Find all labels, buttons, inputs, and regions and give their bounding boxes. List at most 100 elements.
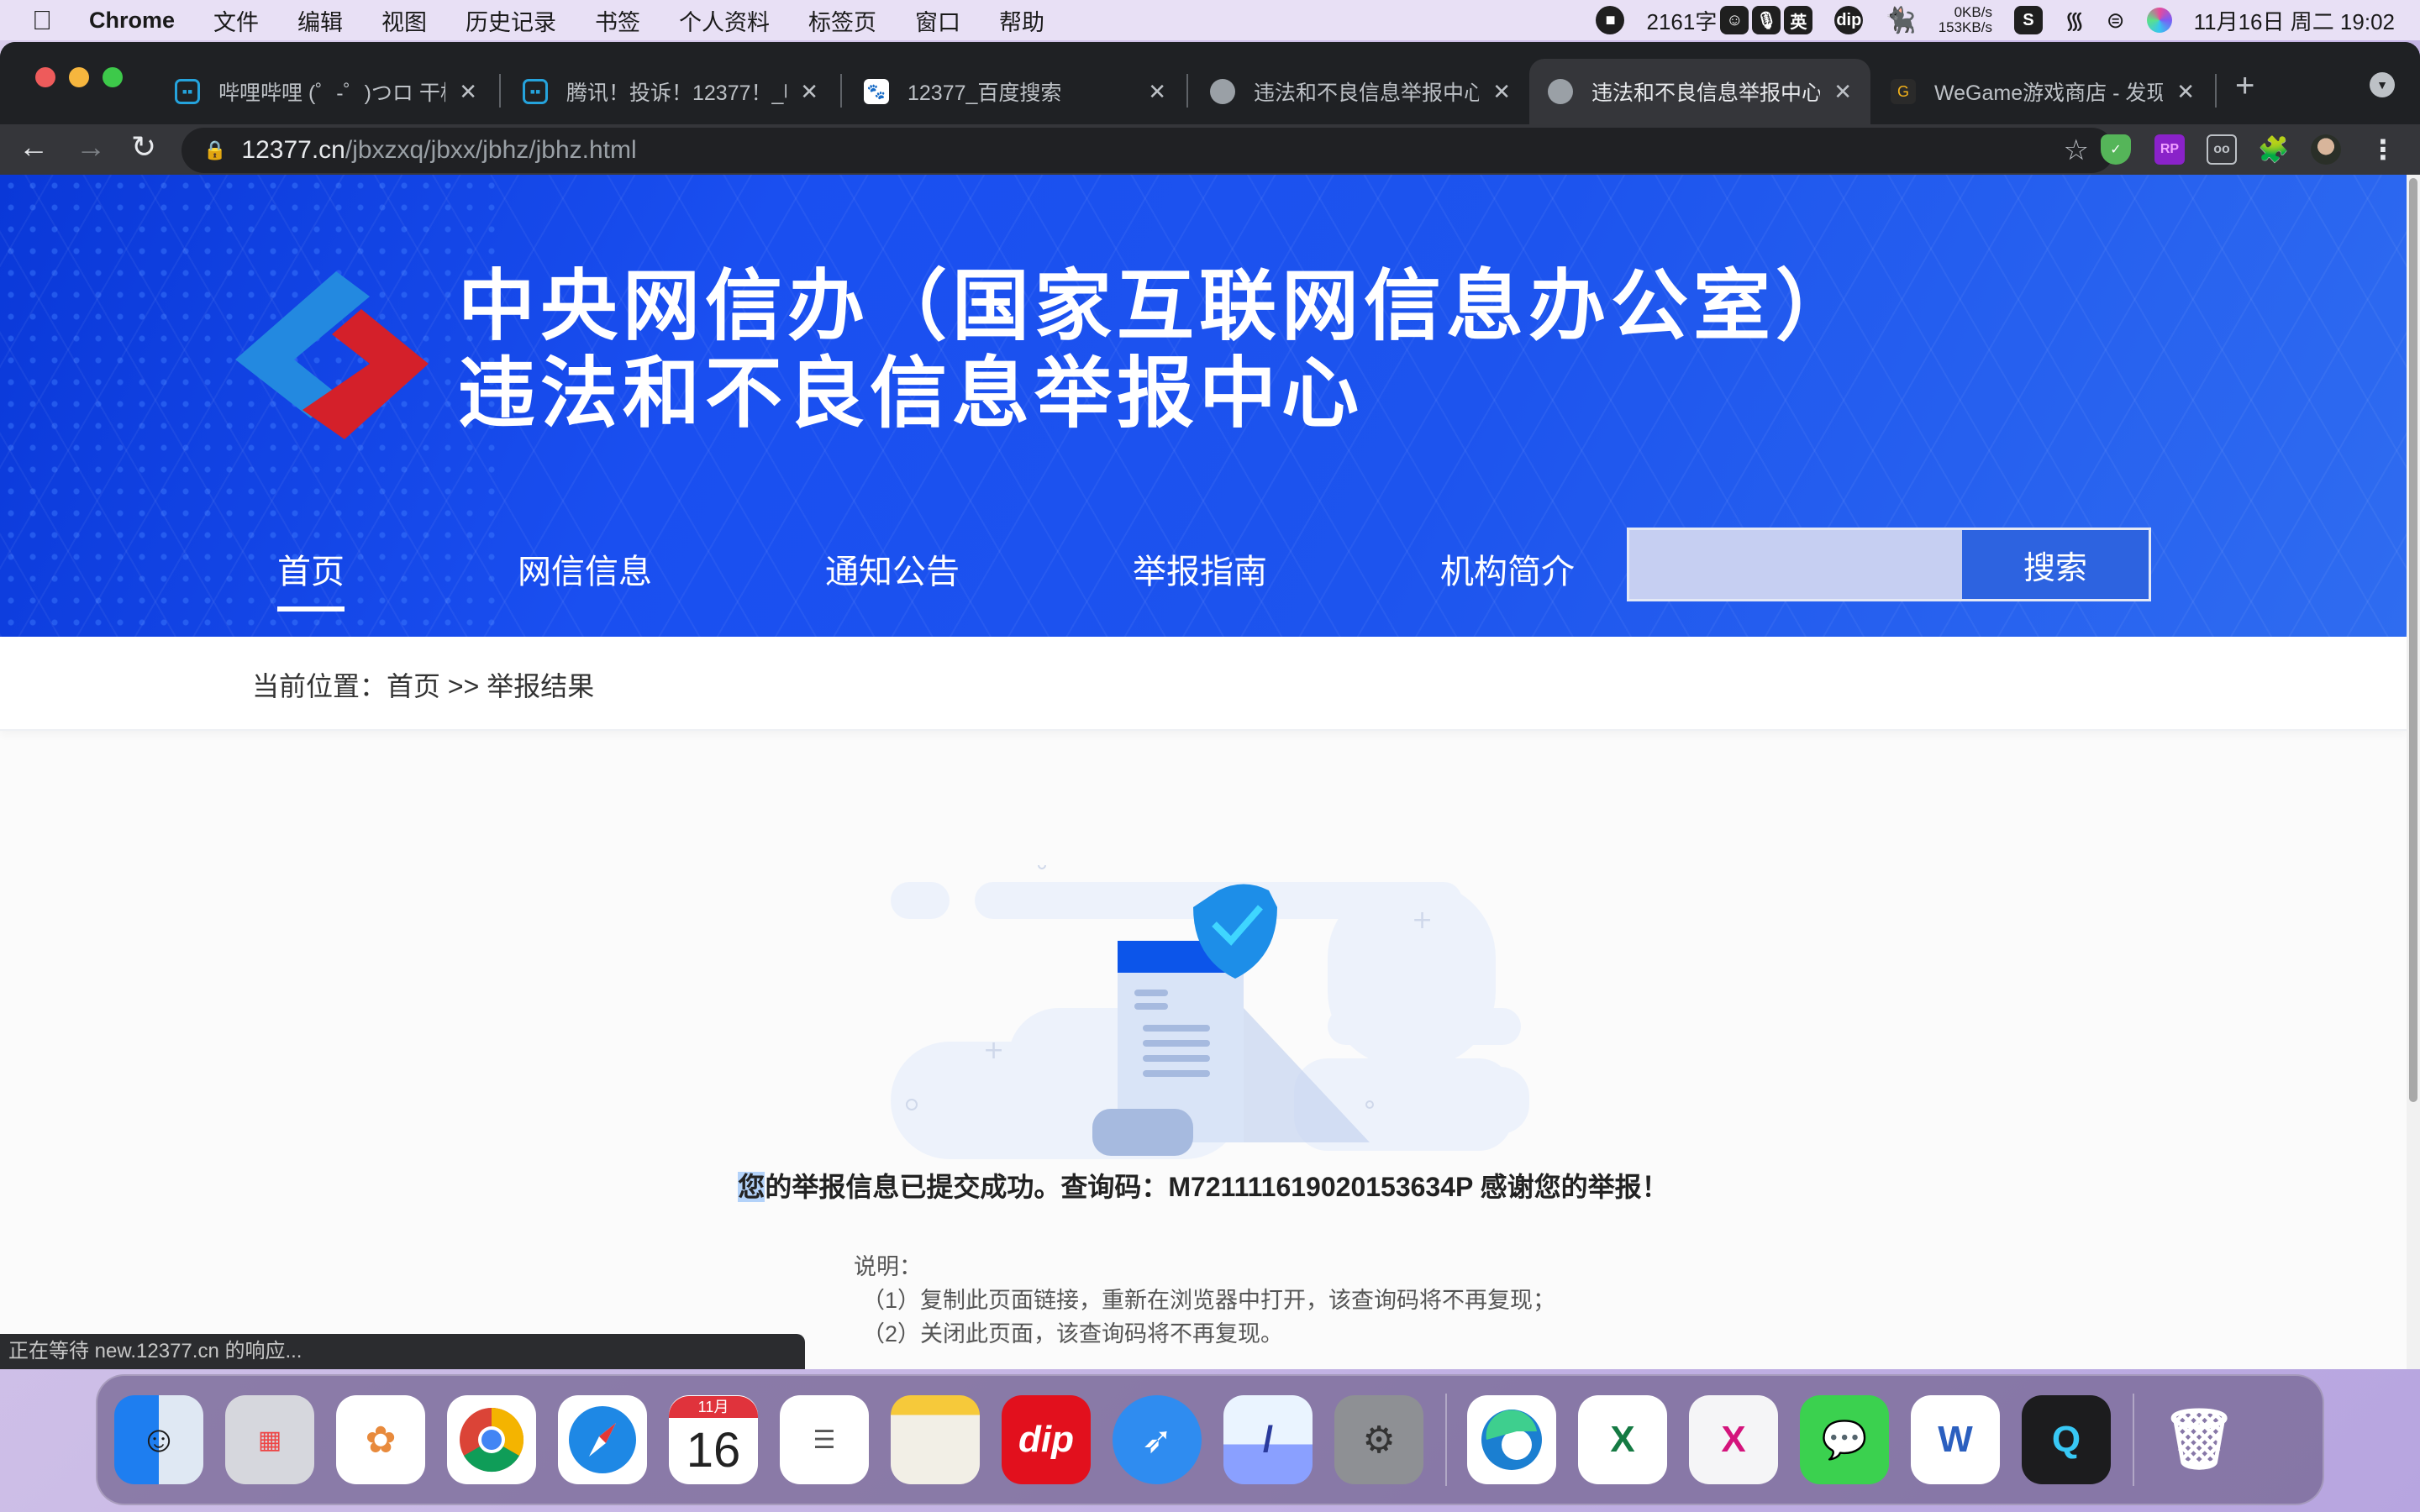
new-tab-button[interactable]: + — [2235, 67, 2254, 105]
svg-text:+: + — [983, 1036, 1004, 1065]
profile-avatar[interactable] — [2311, 134, 2341, 165]
loading-status-bubble: 正在等待 new.12377.cn 的响应... — [0, 1334, 805, 1369]
cat-icon[interactable]: 🐈‍⬛ — [1885, 6, 1916, 35]
dock-system-preferences[interactable]: ⚙ — [1334, 1395, 1423, 1484]
close-tab-icon[interactable]: ✕ — [800, 79, 818, 105]
breadcrumb-home-link[interactable]: 首页 — [387, 671, 440, 701]
instructions: 说明： （1）复制此页面链接，重新在浏览器中打开，该查询码将不再复现； （2）关… — [854, 1250, 1555, 1351]
dock-messages[interactable]: 💬 — [1800, 1395, 1889, 1484]
close-tab-icon[interactable]: ✕ — [1492, 79, 1511, 105]
extensions-puzzle-icon[interactable]: 🧩 — [2258, 134, 2289, 165]
tab-12377-1[interactable]: 违法和不良信息举报中心 ✕ — [1192, 59, 1529, 124]
record-stop-icon[interactable]: ■ — [1596, 6, 1625, 34]
axure-rp-extension-icon[interactable]: RP — [2154, 134, 2185, 165]
selected-text: 您 — [738, 1172, 765, 1202]
dock-trash[interactable]: 🗑 — [2154, 1395, 2244, 1484]
input-status[interactable]: 2161字 ☺ 🎙 英 — [1646, 5, 1813, 36]
site-search-button[interactable]: 搜索 — [1962, 530, 2149, 599]
close-tab-icon[interactable]: ✕ — [2176, 79, 2195, 105]
tab-baidu-search[interactable]: 🐾 12377_百度搜索 ✕ — [845, 59, 1185, 124]
menu-history[interactable]: 历史记录 — [466, 4, 556, 37]
browser-toolbar: ← → ↻ 🔒 12377.cn/jbxzxq/jbxx/jbhz/jbhz.h… — [0, 124, 2420, 175]
tab-12377-active[interactable]: 违法和不良信息举报中心 ✕ — [1529, 59, 1870, 124]
nav-cyber-info[interactable]: 网信信息 — [518, 544, 652, 593]
dock-xmind[interactable]: X — [1689, 1395, 1778, 1484]
dip-icon[interactable]: dip — [1834, 6, 1864, 34]
tab-title: 12377_百度搜索 — [908, 81, 1062, 105]
dock-safari[interactable] — [558, 1395, 647, 1484]
bookmark-star-icon[interactable]: ☆ — [2064, 134, 2089, 167]
tab-title: 哔哩哔哩 (゜-゜)つロ 干杯~-bilibili — [218, 81, 445, 105]
dock-reminders[interactable]: ☰ — [780, 1395, 869, 1484]
menu-bookmarks[interactable]: 书签 — [595, 4, 640, 37]
address-bar[interactable]: 🔒 12377.cn/jbxzxq/jbxx/jbhz/jbhz.html ☆ — [182, 128, 2114, 173]
reader-extension-icon[interactable]: oo — [2207, 134, 2237, 165]
tab-separator — [2215, 74, 2217, 108]
menu-window[interactable]: 窗口 — [915, 4, 960, 37]
main-nav: 首页 网信信息 通知公告 举报指南 机构简介 — [277, 544, 1748, 612]
menu-app-name[interactable]: Chrome — [89, 8, 175, 34]
tab-bilibili-home[interactable]: ▪▪ 哔哩哔哩 (゜-゜)つロ 干杯~-bilibili ✕ — [156, 59, 496, 124]
nav-announcements[interactable]: 通知公告 — [825, 544, 960, 593]
menu-help[interactable]: 帮助 — [999, 4, 1044, 37]
microphone-icon: 🎙 — [1752, 6, 1781, 34]
minimize-window-button[interactable] — [69, 67, 89, 87]
tab-separator — [499, 74, 501, 108]
lock-icon[interactable]: 🔒 — [203, 139, 226, 161]
site-logo-icon[interactable] — [235, 271, 429, 439]
macos-dock: ☺ ▦ ✿ 11月 16 ☰ dip ➶ / ⚙ X X 💬 W Q 🗑 — [96, 1374, 2324, 1505]
tab-bilibili-video[interactable]: ▪▪ 腾讯！投诉！12377！_哔哩哔哩 ✕ — [504, 59, 837, 124]
site-search-input[interactable] — [1629, 530, 1962, 599]
dock-quicktime[interactable]: Q — [2022, 1395, 2111, 1484]
dock-launchpad[interactable]: ▦ — [225, 1395, 314, 1484]
wifi-icon[interactable]: ᯾ — [2065, 4, 2085, 36]
close-tab-icon[interactable]: ✕ — [1148, 79, 1166, 105]
network-speed: 0KB/s 153KB/s — [1939, 5, 1992, 35]
page-scrollbar[interactable] — [2407, 175, 2420, 1369]
adguard-extension-icon[interactable]: ✓ — [2101, 134, 2131, 165]
menu-file[interactable]: 文件 — [213, 4, 259, 37]
s-app-icon[interactable]: S — [2013, 6, 2043, 34]
svg-text:+: + — [1412, 906, 1433, 935]
dock-finder[interactable]: ☺ — [114, 1395, 203, 1484]
dock-notes[interactable] — [891, 1395, 980, 1484]
tab-title: 违法和不良信息举报中心 — [1591, 81, 1821, 105]
dock-word[interactable]: W — [1911, 1395, 2000, 1484]
zoom-window-button[interactable] — [103, 67, 123, 87]
apple-menu-icon[interactable]:  — [32, 5, 66, 36]
nav-home[interactable]: 首页 — [277, 544, 345, 612]
menu-profiles[interactable]: 个人资料 — [679, 4, 770, 37]
siri-icon[interactable] — [2146, 8, 2172, 33]
dock-dip[interactable]: dip — [1002, 1395, 1091, 1484]
wegame-icon: G — [1891, 79, 1916, 104]
baidu-icon: 🐾 — [864, 79, 889, 104]
datetime[interactable]: 11月16日 周二 19:02 — [2194, 5, 2395, 36]
dock-calendar[interactable]: 11月 16 — [669, 1395, 758, 1484]
dock-monitor[interactable]: / — [1223, 1395, 1313, 1484]
control-center-icon[interactable]: ⊜ — [2107, 8, 2125, 34]
tab-title: 腾讯！投诉！12377！_哔哩哔哩 — [566, 81, 786, 105]
tab-wegame[interactable]: G WeGame游戏商店 - 发现好游戏 ✕ — [1872, 59, 2213, 124]
menu-tabs[interactable]: 标签页 — [808, 4, 876, 37]
tab-search-icon[interactable]: ▼ — [2370, 72, 2395, 97]
nav-about[interactable]: 机构简介 — [1440, 544, 1575, 593]
forward-button[interactable]: → — [76, 129, 106, 165]
reload-button[interactable]: ↻ — [131, 129, 156, 165]
chrome-menu-icon[interactable]: ⋮ — [2368, 134, 2398, 165]
dock-edge[interactable] — [1467, 1395, 1556, 1484]
dock-excel[interactable]: X — [1578, 1395, 1667, 1484]
nav-report-guide[interactable]: 举报指南 — [1133, 544, 1267, 593]
close-tab-icon[interactable]: ✕ — [459, 79, 477, 105]
close-tab-icon[interactable]: ✕ — [1833, 79, 1852, 105]
menu-edit[interactable]: 编辑 — [297, 4, 343, 37]
bilibili-icon: ▪▪ — [523, 79, 548, 104]
menu-view[interactable]: 视图 — [381, 4, 427, 37]
back-button[interactable]: ← — [18, 129, 49, 165]
dock-photos[interactable]: ✿ — [336, 1395, 425, 1484]
breadcrumb-current: 举报结果 — [487, 671, 595, 701]
dock-chrome[interactable] — [447, 1395, 536, 1484]
close-window-button[interactable] — [35, 67, 55, 87]
dock-feishu[interactable]: ➶ — [1113, 1395, 1202, 1484]
scrollbar-thumb[interactable] — [2409, 178, 2417, 1102]
dock-separator — [2133, 1394, 2134, 1486]
